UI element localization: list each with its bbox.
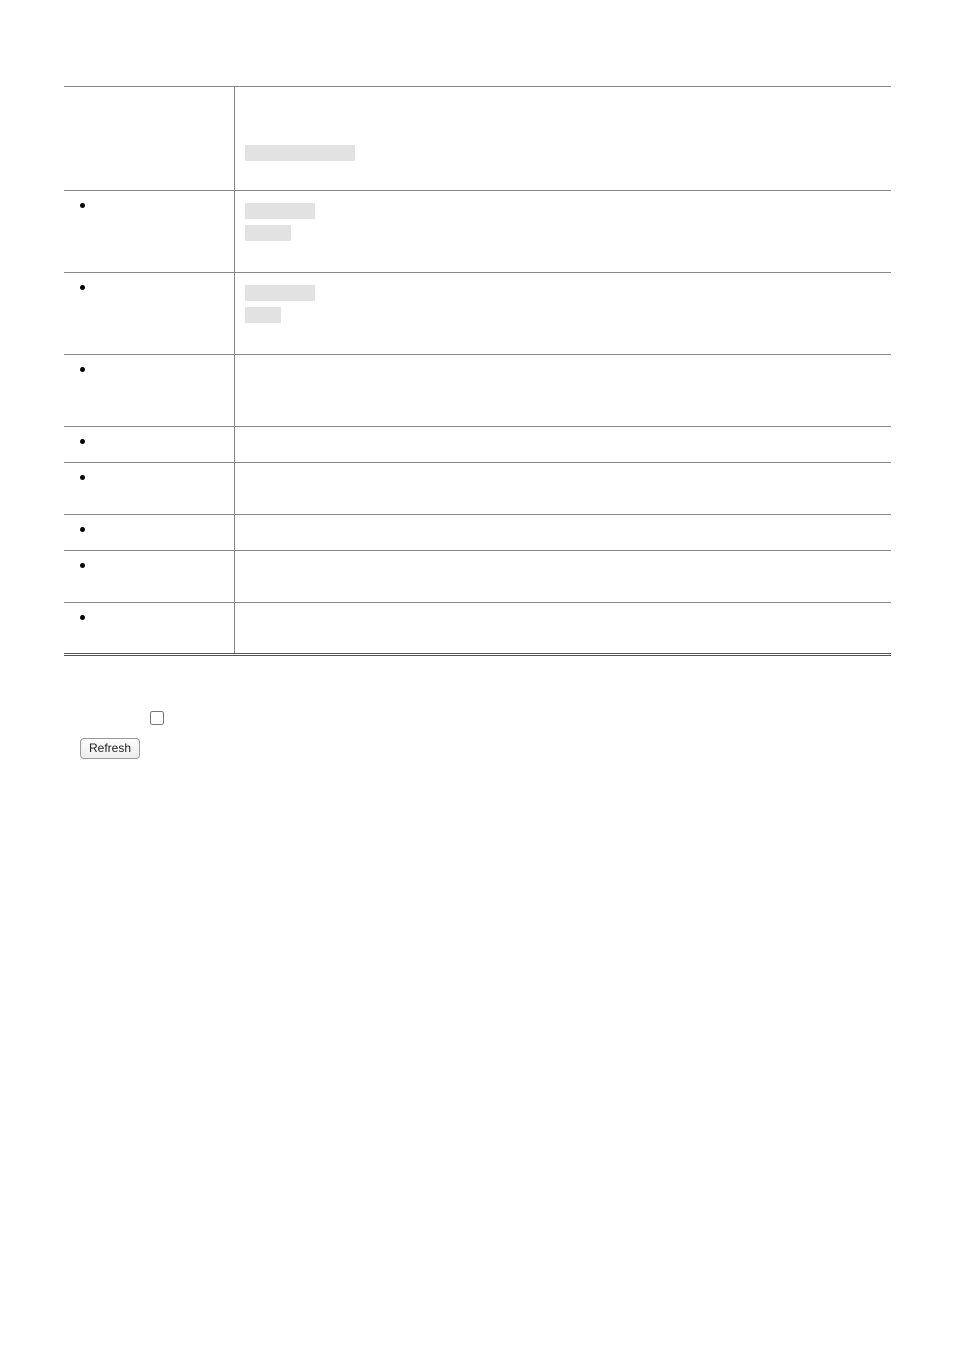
placeholder-text	[245, 145, 355, 161]
bullet-icon	[80, 439, 85, 444]
refresh-button[interactable]: Refresh	[80, 738, 140, 759]
table-cell-right	[234, 603, 891, 655]
definition-table	[64, 86, 891, 656]
table-cell-left	[64, 191, 234, 273]
table-cell-left	[64, 551, 234, 603]
checkbox-row	[80, 708, 891, 728]
placeholder-text	[245, 307, 281, 323]
option-checkbox[interactable]	[150, 711, 164, 725]
placeholder-text	[245, 285, 315, 301]
table-cell-right	[234, 463, 891, 515]
table-row	[64, 551, 891, 603]
table-cell-right	[234, 427, 891, 463]
table-row	[64, 603, 891, 655]
table-cell-right	[234, 273, 891, 355]
table-cell-left	[64, 463, 234, 515]
table-row	[64, 191, 891, 273]
controls-area: Refresh	[80, 708, 891, 759]
table-cell-left	[64, 87, 234, 191]
table-row	[64, 273, 891, 355]
document-page: Refresh	[64, 86, 891, 759]
table-row	[64, 355, 891, 427]
table-cell-right	[234, 355, 891, 427]
table-row	[64, 463, 891, 515]
table-row	[64, 427, 891, 463]
table-cell-left	[64, 603, 234, 655]
bullet-icon	[80, 527, 85, 532]
table-cell-right	[234, 87, 891, 191]
table-cell-left	[64, 427, 234, 463]
bullet-icon	[80, 203, 85, 208]
table-cell-left	[64, 273, 234, 355]
table-row	[64, 515, 891, 551]
bullet-icon	[80, 615, 85, 620]
placeholder-text	[245, 225, 291, 241]
table-cell-left	[64, 355, 234, 427]
bullet-icon	[80, 475, 85, 480]
table-cell-left	[64, 515, 234, 551]
table-cell-right	[234, 551, 891, 603]
placeholder-text	[245, 203, 315, 219]
table-cell-right	[234, 515, 891, 551]
bullet-icon	[80, 285, 85, 290]
table-cell-right	[234, 191, 891, 273]
bullet-icon	[80, 563, 85, 568]
table-row	[64, 87, 891, 191]
bullet-icon	[80, 367, 85, 372]
